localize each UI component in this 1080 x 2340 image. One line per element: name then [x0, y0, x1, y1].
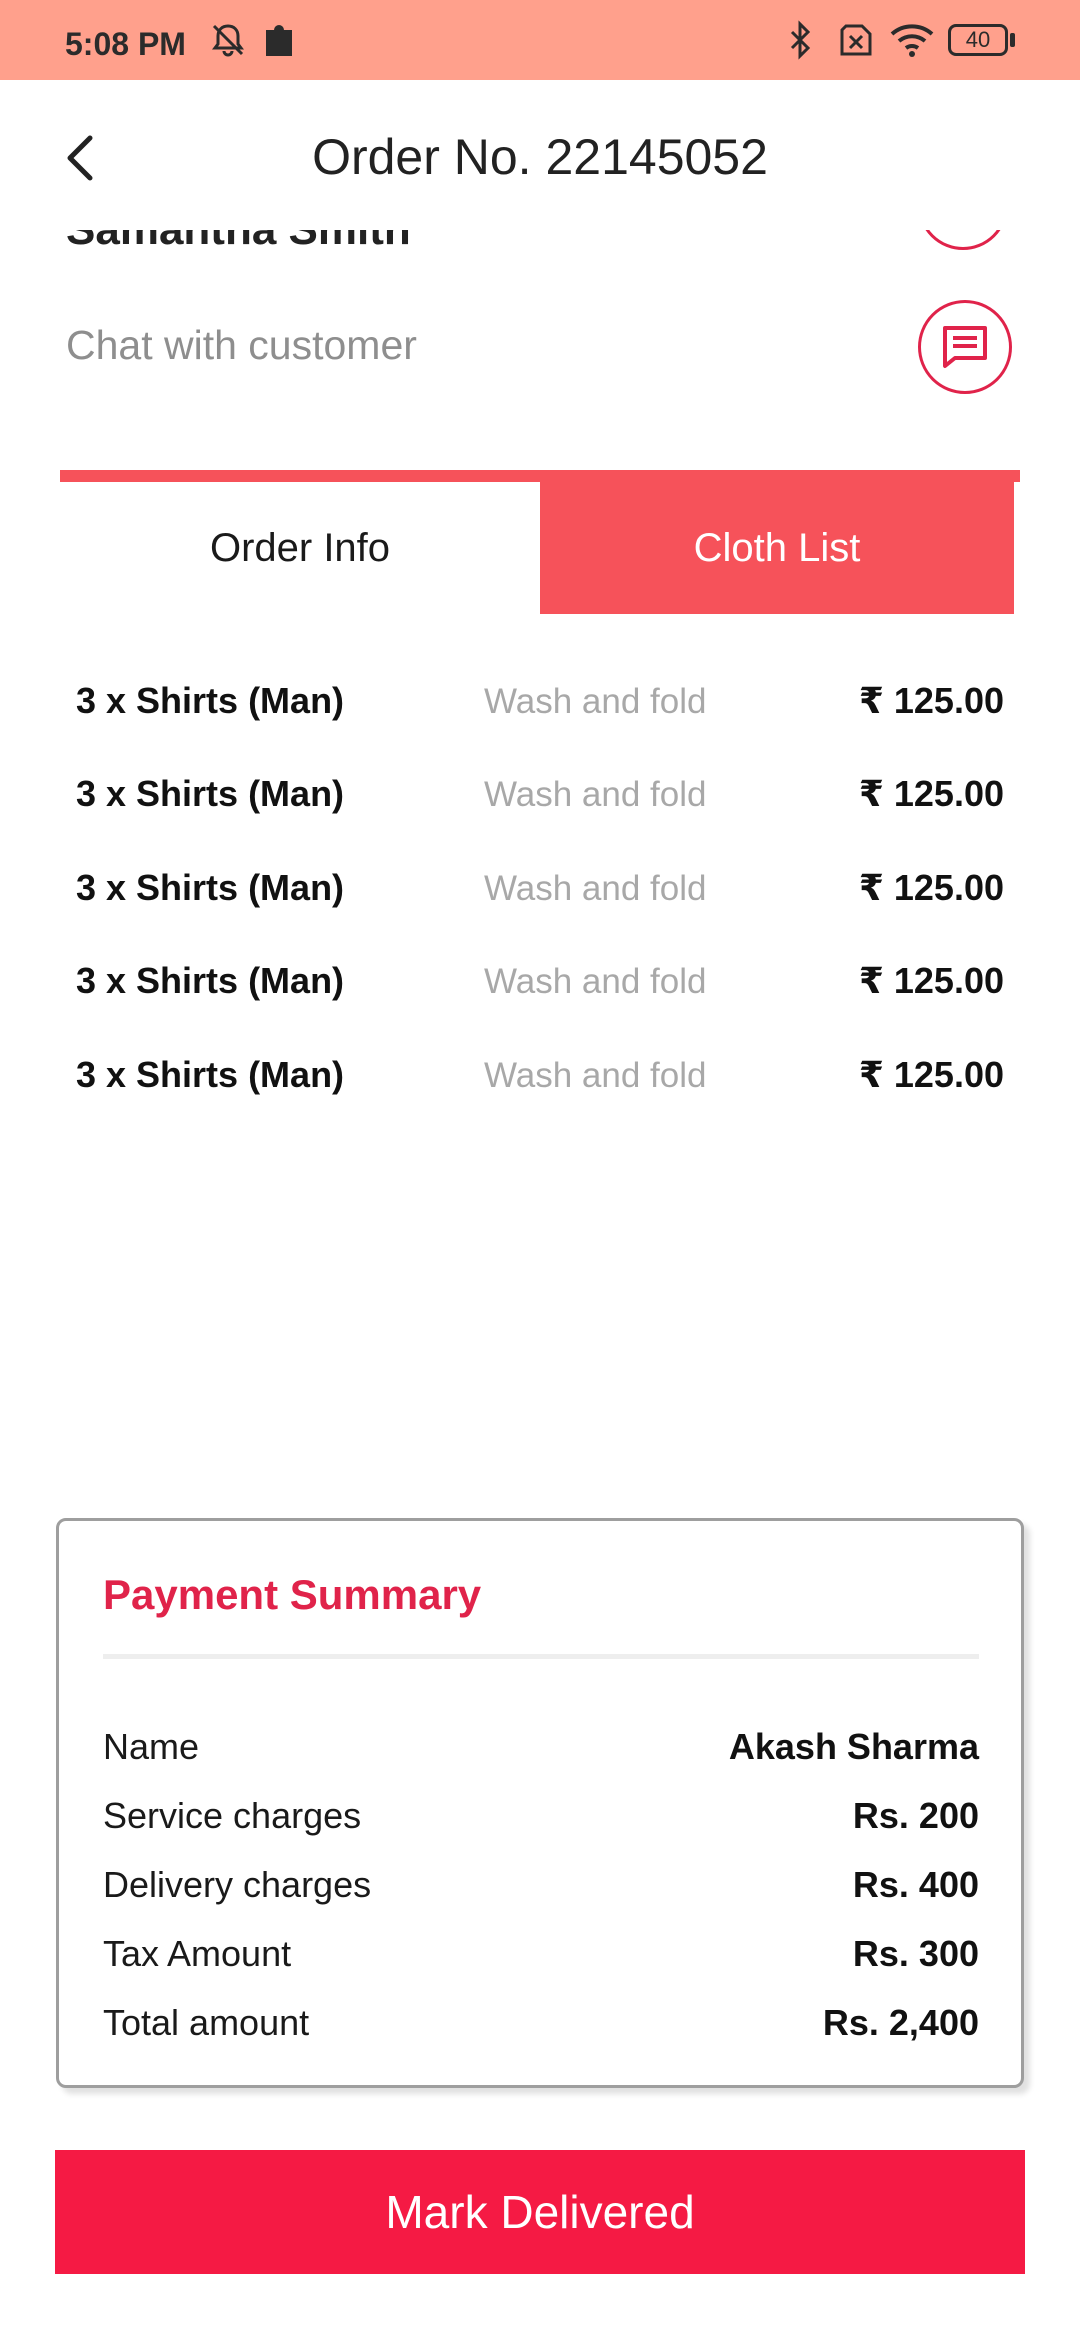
cloth-price: ₹ 125.00	[858, 680, 1004, 721]
wifi-icon	[890, 24, 934, 57]
page-title: Order No. 22145052	[312, 129, 768, 185]
cloth-row: 3 x Shirts (Man) Wash and fold ₹ 125.00	[0, 763, 1080, 833]
chat-button[interactable]	[918, 300, 1012, 394]
cloth-service: Wash and fold	[484, 682, 707, 721]
bell-off-icon	[212, 24, 244, 57]
battery-icon: 40	[948, 20, 1016, 60]
tab-cloth-list[interactable]: Cloth List	[540, 482, 1014, 614]
cloth-service: Wash and fold	[484, 962, 707, 1001]
payment-label: Name	[103, 1726, 200, 1767]
payment-label: Tax Amount	[103, 1933, 292, 1974]
payment-row: Tax Amount Rs. 300	[103, 1925, 979, 1985]
status-bar: 5:08 PM 40	[0, 0, 1080, 80]
cloth-service: Wash and fold	[484, 1056, 707, 1095]
payment-label: Total amount	[103, 2002, 310, 2043]
bluetooth-icon	[790, 20, 811, 60]
cloth-row: 3 x Shirts (Man) Wash and fold ₹ 125.00	[0, 857, 1080, 927]
cloth-item: 3 x Shirts (Man)	[76, 1054, 345, 1095]
payment-row: Name Akash Sharma	[103, 1718, 979, 1778]
cloth-item: 3 x Shirts (Man)	[76, 773, 345, 814]
status-time: 5:08 PM	[65, 26, 186, 62]
cloth-price: ₹ 125.00	[858, 1054, 1004, 1095]
payment-value: Akash Sharma	[728, 1726, 979, 1767]
payment-value: Rs. 300	[852, 1933, 979, 1974]
cloth-service: Wash and fold	[484, 869, 707, 908]
chat-icon	[943, 326, 987, 368]
cloth-price: ₹ 125.00	[858, 867, 1004, 908]
payment-label: Service charges	[103, 1795, 362, 1836]
cloth-row: 3 x Shirts (Man) Wash and fold ₹ 125.00	[0, 950, 1080, 1020]
tab-order-info[interactable]: Order Info	[60, 482, 540, 614]
payment-row: Service charges Rs. 200	[103, 1787, 979, 1847]
cloth-price: ₹ 125.00	[858, 960, 1004, 1001]
cloth-item: 3 x Shirts (Man)	[76, 867, 345, 908]
cloth-item: 3 x Shirts (Man)	[76, 680, 345, 721]
mark-delivered-button[interactable]: Mark Delivered	[55, 2150, 1025, 2274]
cloth-row: 3 x Shirts (Man) Wash and fold ₹ 125.00	[0, 670, 1080, 740]
payment-value: Rs. 200	[852, 1795, 979, 1836]
divider	[103, 1654, 979, 1659]
tab-bar-indicator	[60, 470, 1020, 482]
payment-value: Rs. 2,400	[822, 2002, 979, 2043]
battery-level: 40	[948, 24, 1008, 56]
cloth-price: ₹ 125.00	[858, 773, 1004, 814]
payment-summary-title: Payment Summary	[103, 1571, 482, 1618]
sim-off-icon	[840, 24, 872, 56]
cloth-row: 3 x Shirts (Man) Wash and fold ₹ 125.00	[0, 1044, 1080, 1114]
chat-with-customer-label: Chat with customer	[66, 322, 417, 368]
cloth-item: 3 x Shirts (Man)	[76, 960, 345, 1001]
payment-row: Delivery charges Rs. 400	[103, 1856, 979, 1916]
payment-label: Delivery charges	[103, 1864, 372, 1905]
cloth-service: Wash and fold	[484, 775, 707, 814]
header: Order No. 22145052	[0, 80, 1080, 230]
payment-value: Rs. 400	[852, 1864, 979, 1905]
payment-summary-card: Payment Summary Name Akash Sharma Servic…	[56, 1518, 1024, 2088]
payment-row: Total amount Rs. 2,400	[103, 1994, 979, 2054]
puzzle-icon	[266, 25, 292, 56]
